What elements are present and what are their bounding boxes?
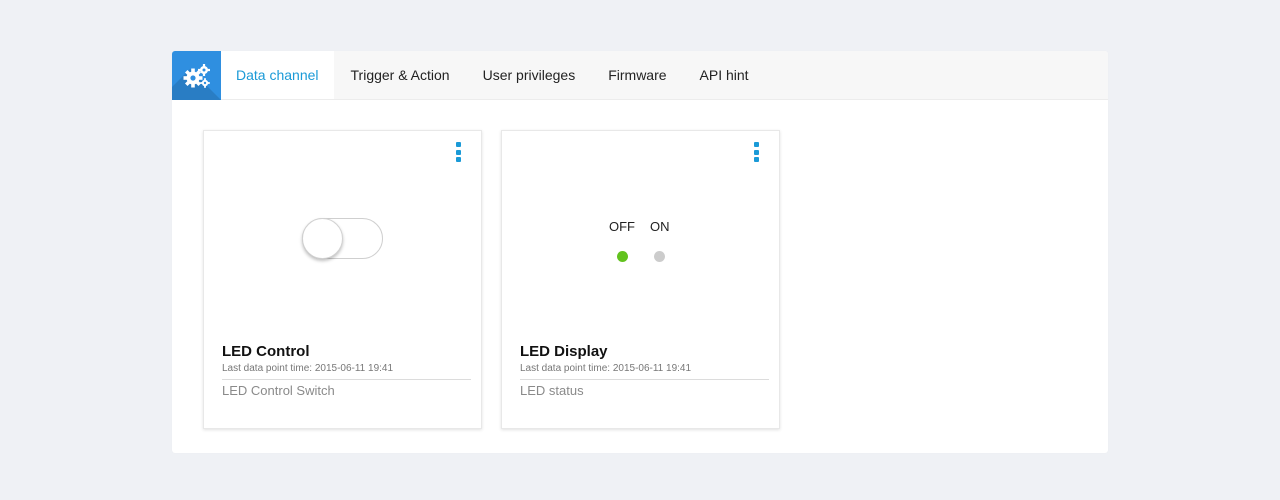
tab-bar: Data channel Trigger & Action User privi… [172,51,1108,100]
kebab-dot [455,142,461,147]
last-data-point-time: Last data point time: 2015-06-11 19:41 [520,363,692,374]
card-title: LED Control [222,343,310,360]
tab-user-privileges[interactable]: User privileges [467,51,592,99]
kebab-dot [455,157,461,162]
led-on-dot [654,251,666,262]
kebab-dot [455,149,461,155]
kebab-dot [753,142,759,147]
kebab-dot [753,157,759,162]
led-on-indicator: ON [650,219,670,262]
card-title: LED Display [520,343,608,360]
led-control-toggle[interactable] [302,218,383,259]
tab-trigger-action[interactable]: Trigger & Action [335,51,466,99]
last-data-point-time: Last data point time: 2015-06-11 19:41 [222,363,394,374]
kebab-menu-icon[interactable] [455,142,461,162]
card-footer: LED Display Last data point time: 2015-0… [520,343,769,399]
tab-firmware[interactable]: Firmware [592,51,682,99]
kebab-menu-icon[interactable] [753,142,759,162]
card-description: LED Control Switch [222,383,335,398]
channel-cards: LED Control Last data point time: 2015-0… [203,130,780,429]
led-off-label: OFF [609,219,635,234]
divider [222,379,471,380]
led-on-label: ON [650,219,670,234]
led-off-dot [616,251,628,262]
card-footer: LED Control Last data point time: 2015-0… [222,343,471,399]
kebab-dot [753,149,759,155]
led-control-card: LED Control Last data point time: 2015-0… [203,130,482,429]
led-off-indicator: OFF [609,219,635,262]
device-panel: Data channel Trigger & Action User privi… [172,51,1108,453]
divider [520,379,769,380]
led-display-card: OFF ON LED Display Last data point time:… [501,130,780,429]
card-description: LED status [520,383,584,398]
toggle-knob[interactable] [302,218,343,259]
tab-api-hint[interactable]: API hint [684,51,765,99]
gears-icon [172,51,221,100]
tab-data-channel[interactable]: Data channel [221,51,334,99]
